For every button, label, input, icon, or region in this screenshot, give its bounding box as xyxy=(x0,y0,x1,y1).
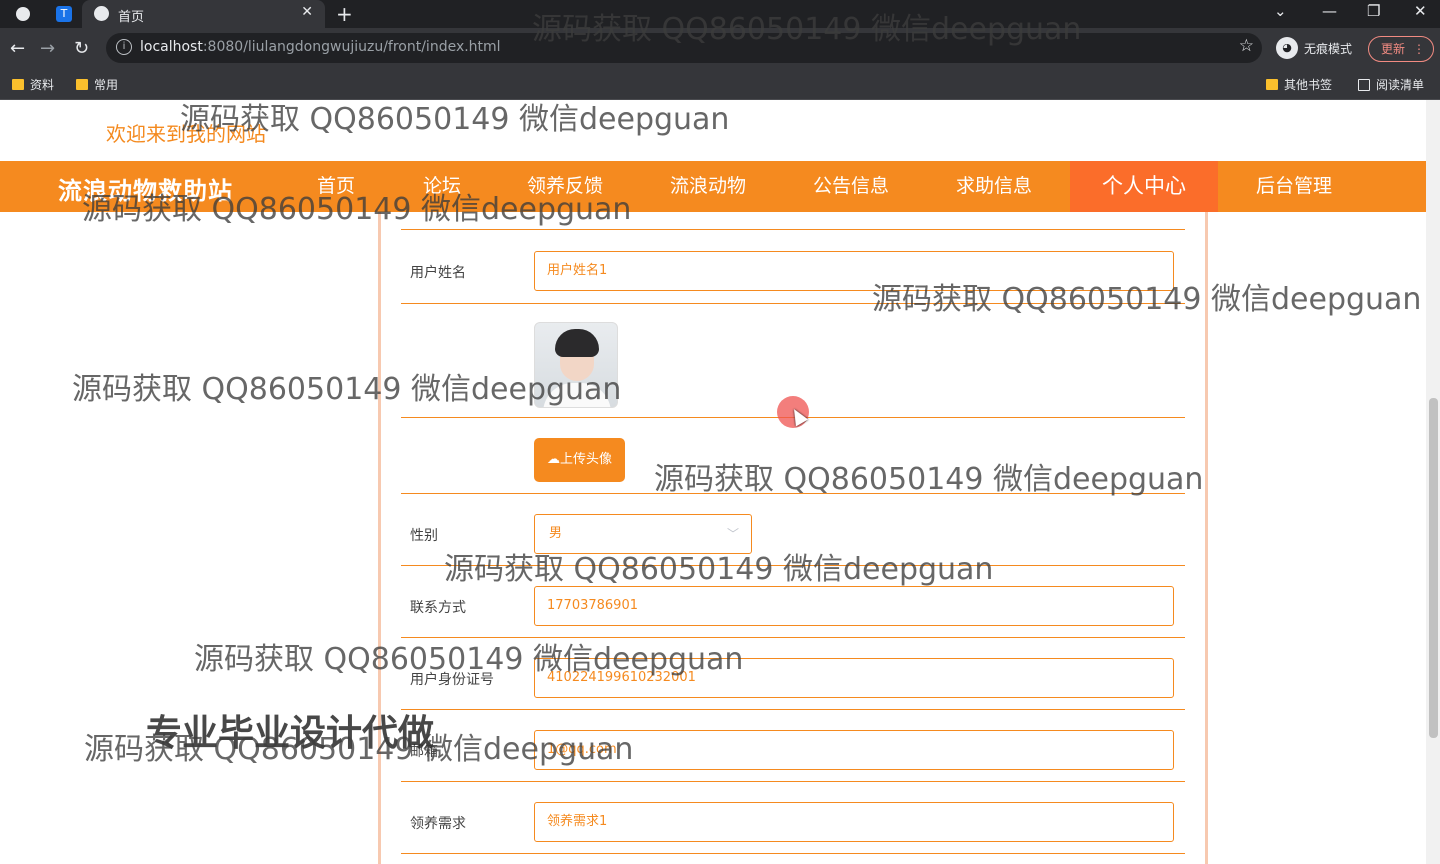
reading-list-icon xyxy=(1358,78,1370,91)
form-row-email: 邮箱 1@qq.com xyxy=(401,710,1185,782)
upload-avatar-button[interactable]: ☁上传头像 xyxy=(534,438,625,482)
form-row-idcard: 用户身份证号 410224199610232001 xyxy=(401,638,1185,710)
name-input[interactable]: 用户姓名1 xyxy=(534,251,1174,291)
browser-toolbar: ← → ↻ i localhost:8080/liulangdongwujiuz… xyxy=(0,28,1440,69)
browser-tab-bar: T 首页 ✕ + ⌄ — ❐ ✕ xyxy=(0,0,1440,28)
incognito-indicator[interactable]: ◕ 无痕模式 xyxy=(1276,37,1352,59)
close-window-icon[interactable]: ✕ xyxy=(1414,2,1427,20)
nav-home[interactable]: 首页 xyxy=(300,161,372,212)
update-button[interactable]: 更新 ⋮ xyxy=(1368,36,1434,62)
profile-form: 用户姓名 用户姓名1 ☁上传头像 性别 男 ﹀ 联系方式 17703786901 … xyxy=(378,212,1208,864)
bookmark-star-icon[interactable]: ☆ xyxy=(1239,36,1254,56)
phone-label: 联系方式 xyxy=(410,600,466,616)
idcard-input[interactable]: 410224199610232001 xyxy=(534,658,1174,698)
reading-list[interactable]: 阅读清单 xyxy=(1358,76,1424,93)
minimize-icon[interactable]: — xyxy=(1322,2,1337,20)
chevron-down-icon: ﹀ xyxy=(726,527,739,541)
avatar-image xyxy=(534,322,618,408)
nav-stray-animals[interactable]: 流浪动物 xyxy=(655,161,761,212)
site-navbar: 流浪动物救助站 首页 论坛 领养反馈 流浪动物 公告信息 求助信息 个人中心 后… xyxy=(0,161,1426,212)
forward-icon[interactable]: → xyxy=(40,38,55,59)
nav-forum[interactable]: 论坛 xyxy=(406,161,478,212)
folder-icon xyxy=(12,79,24,90)
url-text: localhost:8080/liulangdongwujiuzu/front/… xyxy=(140,39,501,55)
form-row-upload: ☁上传头像 xyxy=(401,418,1185,494)
scrollbar-thumb[interactable] xyxy=(1429,398,1438,738)
nav-help-info[interactable]: 求助信息 xyxy=(941,161,1047,212)
gender-label: 性别 xyxy=(410,528,438,544)
tab-close-icon[interactable]: ✕ xyxy=(301,4,313,20)
reload-icon[interactable]: ↻ xyxy=(74,38,89,59)
bookmark-folder-other[interactable]: 其他书签 xyxy=(1266,76,1332,93)
idcard-label: 用户身份证号 xyxy=(410,672,494,688)
form-row-partial xyxy=(401,210,1185,230)
active-tab[interactable]: 首页 ✕ xyxy=(82,0,325,28)
phone-input[interactable]: 17703786901 xyxy=(534,586,1174,626)
tab-search-chevron-icon[interactable]: ⌄ xyxy=(1274,2,1287,20)
gender-select[interactable]: 男 ﹀ xyxy=(534,514,752,554)
form-row-phone: 联系方式 17703786901 xyxy=(401,566,1185,638)
bookmark-folder-changyong[interactable]: 常用 xyxy=(76,76,118,93)
incognito-label: 无痕模式 xyxy=(1304,41,1353,56)
new-tab-icon[interactable]: + xyxy=(336,2,353,26)
adoption-need-label: 领养需求 xyxy=(410,816,466,832)
cloud-upload-icon: ☁ xyxy=(546,452,560,467)
form-row-name: 用户姓名 用户姓名1 xyxy=(401,230,1185,304)
name-label: 用户姓名 xyxy=(410,265,466,281)
site-brand: 流浪动物救助站 xyxy=(58,177,233,205)
nav-announcements[interactable]: 公告信息 xyxy=(798,161,904,212)
nav-adoption-feedback[interactable]: 领养反馈 xyxy=(512,161,618,212)
pinned-tab-globe-icon[interactable] xyxy=(13,4,33,24)
incognito-icon: ◕ xyxy=(1276,37,1298,59)
form-row-adoption-need: 领养需求 领养需求1 xyxy=(401,782,1185,854)
address-bar[interactable]: i localhost:8080/liulangdongwujiuzu/fron… xyxy=(106,33,1262,63)
adoption-need-input[interactable]: 领养需求1 xyxy=(534,802,1174,842)
bookmark-folder-ziliao[interactable]: 资料 xyxy=(12,76,54,93)
tab-globe-icon xyxy=(94,6,109,21)
back-icon[interactable]: ← xyxy=(10,38,25,59)
nav-personal-center[interactable]: 个人中心 xyxy=(1070,161,1218,212)
folder-icon xyxy=(1266,79,1278,90)
bookmarks-bar: 资料 常用 其他书签 阅读清单 xyxy=(0,69,1440,100)
email-input[interactable]: 1@qq.com xyxy=(534,730,1174,770)
site-info-icon[interactable]: i xyxy=(116,39,132,55)
nav-admin[interactable]: 后台管理 xyxy=(1240,161,1348,212)
pinned-tab-app-icon[interactable]: T xyxy=(54,4,74,24)
folder-icon xyxy=(76,79,88,90)
tab-title: 首页 xyxy=(118,10,145,25)
promo-stamp: 专业毕业设计代做 xyxy=(146,713,435,754)
welcome-text: 欢迎来到我的网站 xyxy=(106,122,266,146)
restore-icon[interactable]: ❐ xyxy=(1367,2,1380,20)
form-row-gender: 性别 男 ﹀ xyxy=(401,494,1185,566)
